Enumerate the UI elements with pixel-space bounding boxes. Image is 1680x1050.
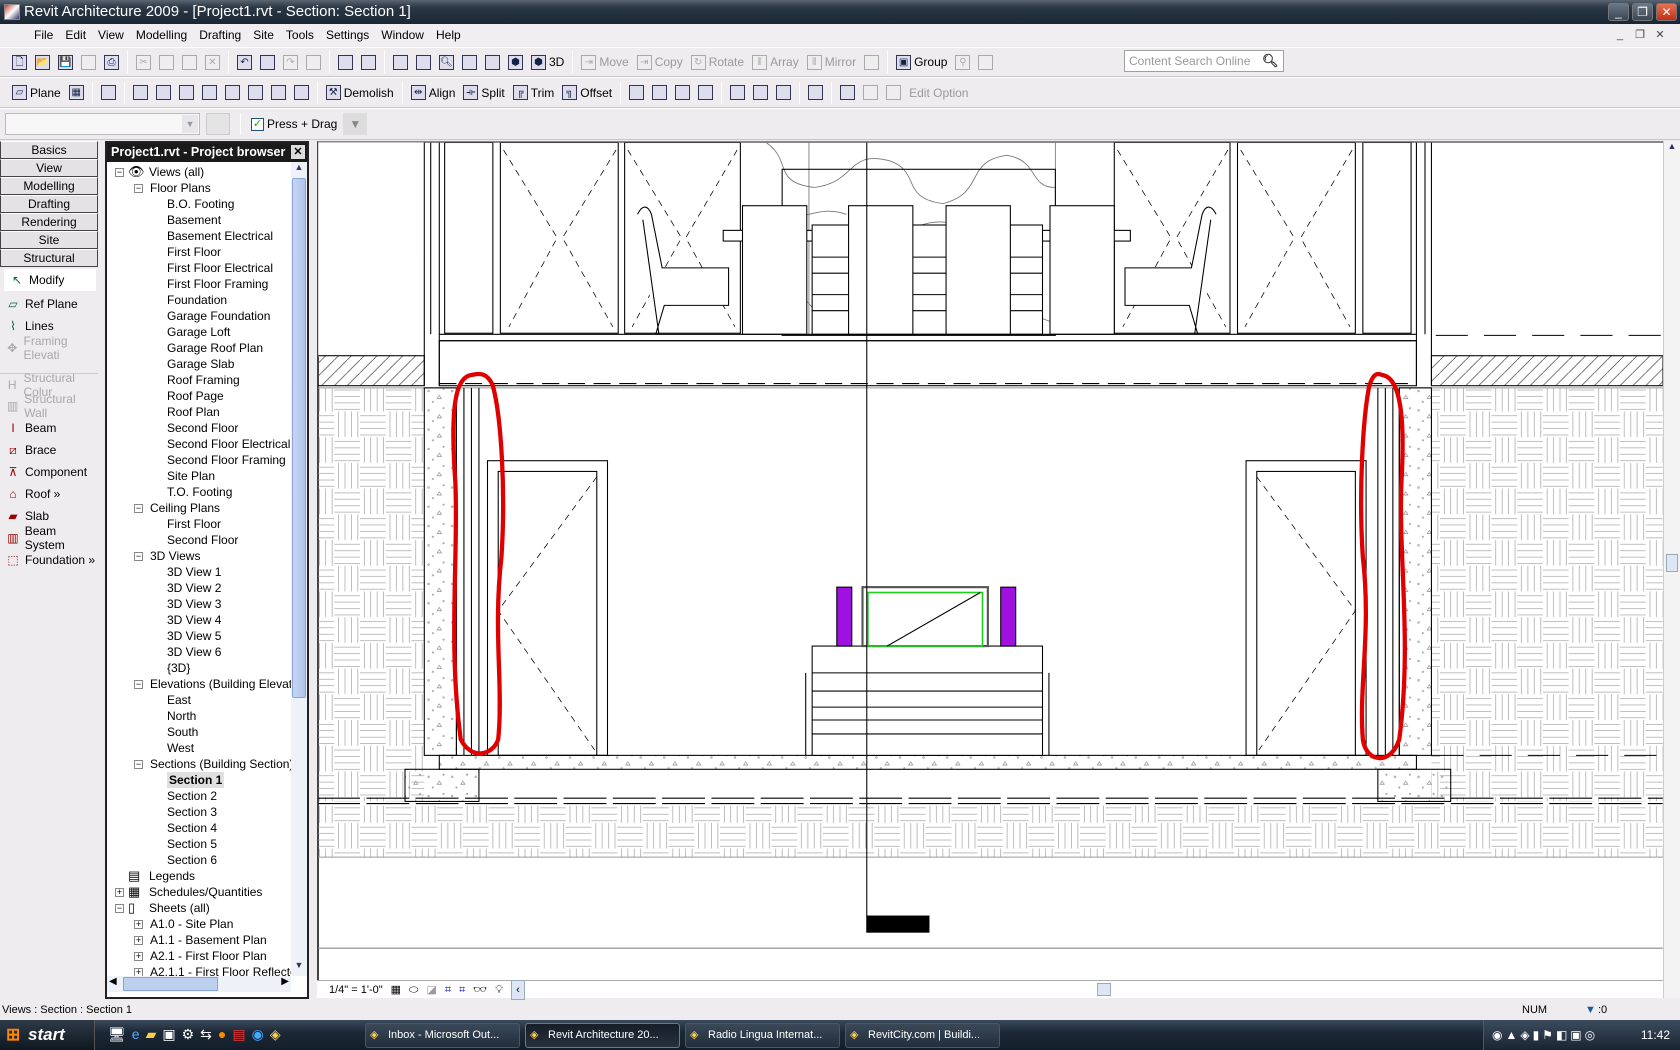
- revit-icon: ◈: [530, 1029, 539, 1041]
- task-label: Revit Architecture 20...: [548, 1029, 659, 1041]
- quick-launch: 🖥︎ e ▰ ▣ ⚙︎ ⇆ ● ▤ ◉ ◈: [108, 1026, 281, 1043]
- network-icon[interactable]: ⚙︎: [182, 1026, 195, 1043]
- scroll-thumb[interactable]: [1666, 554, 1678, 572]
- status-text: Views : Section : Section 1: [2, 1004, 133, 1016]
- fireplace-cabinet: [805, 586, 1050, 756]
- taskbar: ⊞ start 🖥︎ e ▰ ▣ ⚙︎ ⇆ ● ▤ ◉ ◈ ◈ Inbox - Microsoft O…: [0, 1020, 1680, 1050]
- outlook-icon[interactable]: ◈: [270, 1026, 281, 1043]
- windows-logo-icon: ⊞: [6, 1025, 21, 1044]
- speaker-right: [1000, 586, 1017, 647]
- shadows-icon[interactable]: ◪: [426, 981, 436, 999]
- tray-icons[interactable]: ◉▲◈▮⚑◧▣◎: [1492, 1028, 1598, 1042]
- task-label: Radio Lingua Internat...: [708, 1029, 823, 1041]
- vlc-icon: ◈: [690, 1029, 699, 1041]
- hscroll-thumb[interactable]: [1097, 983, 1111, 996]
- filter-icon[interactable]: ▼: [1585, 1000, 1596, 1020]
- view-scale[interactable]: 1/4" = 1'-0": [329, 981, 383, 999]
- task-label: RevitCity.com | Buildi...: [868, 1029, 981, 1041]
- upper-floor: [318, 142, 1663, 387]
- start-button[interactable]: ⊞ start: [0, 1020, 95, 1050]
- lower-floor: [318, 387, 1663, 858]
- door-left: [486, 460, 609, 756]
- status-bar: Views : Section : Section 1 NUM ▼ :0: [0, 1000, 1680, 1020]
- scroll-left-icon[interactable]: ‹: [510, 979, 525, 1000]
- temporary-hide-icon[interactable]: 👓︎: [473, 981, 487, 999]
- model-graphics-style-icon[interactable]: ⬭: [409, 981, 418, 999]
- crop-view-icon[interactable]: ⌗: [445, 981, 451, 999]
- taskbar-item[interactable]: ◈ Revit Architecture 20...: [525, 1023, 680, 1048]
- switch-windows-icon[interactable]: ⇆: [200, 1026, 212, 1043]
- system-tray: ◉▲◈▮⚑◧▣◎ 11:42: [1483, 1020, 1680, 1050]
- section-drawing: [318, 142, 1663, 949]
- chrome-icon: ◈: [850, 1029, 859, 1041]
- detail-level-icon[interactable]: ▦: [391, 981, 401, 999]
- num-lock-indicator: NUM: [1522, 1004, 1548, 1016]
- speaker-left: [836, 586, 853, 647]
- scroll-up-icon[interactable]: ▲: [1664, 141, 1680, 151]
- folder-icon[interactable]: ▰: [146, 1026, 157, 1043]
- taskbar-item[interactable]: ◈ RevitCity.com | Buildi...: [845, 1023, 1000, 1048]
- task-label: Inbox - Microsoft Out...: [388, 1029, 500, 1041]
- firefox-icon[interactable]: ●: [218, 1026, 226, 1043]
- show-crop-region-icon[interactable]: ⌗: [459, 981, 465, 999]
- internet-explorer-icon[interactable]: e: [132, 1026, 140, 1043]
- app-icon[interactable]: ▣: [162, 1026, 175, 1043]
- acrobat-icon[interactable]: ▤: [232, 1026, 245, 1043]
- taskbar-item[interactable]: ◈ Radio Lingua Internat...: [685, 1023, 840, 1048]
- browser-icon[interactable]: ◉: [252, 1026, 264, 1043]
- start-label: start: [28, 1025, 65, 1044]
- reveal-hidden-icon[interactable]: 💡︎: [495, 981, 503, 999]
- outlook-icon: ◈: [370, 1029, 379, 1041]
- show-desktop-icon[interactable]: 🖥︎: [108, 1026, 126, 1043]
- view-control-bar: 1/4" = 1'-0" ▦ ⬭ ◪ ⌗ ⌗ 👓︎ 💡︎ ‹: [317, 979, 1663, 1000]
- canvas-vertical-scrollbar[interactable]: ▲: [1663, 141, 1680, 998]
- door-right: [1245, 460, 1367, 756]
- taskbar-item[interactable]: ◈ Inbox - Microsoft Out...: [365, 1023, 520, 1048]
- clock: 11:42: [1640, 1028, 1670, 1042]
- selection-count: :0: [1598, 1004, 1608, 1016]
